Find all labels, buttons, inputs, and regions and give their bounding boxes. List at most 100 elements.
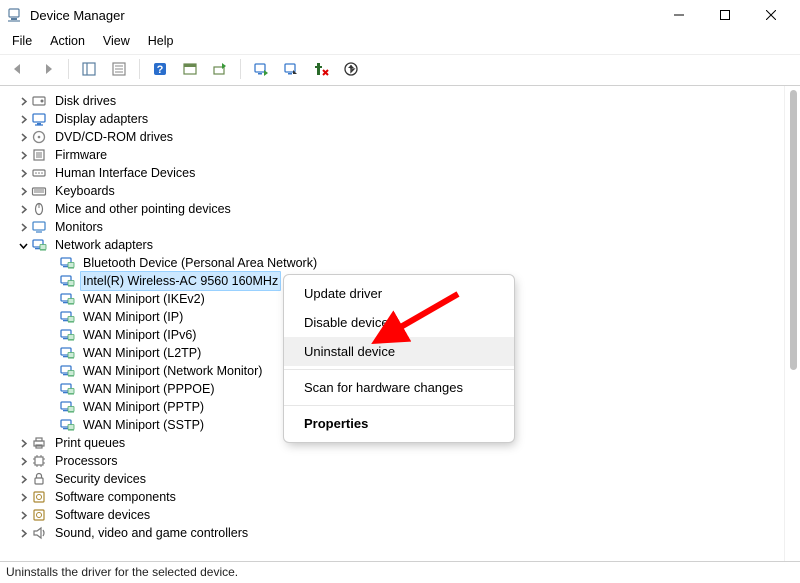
network-icon (58, 327, 76, 343)
uninstall-device-button[interactable] (309, 57, 333, 81)
security-icon (30, 471, 48, 487)
tree-category[interactable]: DVD/CD-ROM drives (16, 128, 784, 146)
chevron-right-icon[interactable] (16, 205, 30, 214)
tree-category[interactable]: Processors (16, 452, 784, 470)
tree-device-label: WAN Miniport (PPTP) (83, 400, 204, 414)
enable-device-button[interactable] (249, 57, 273, 81)
update-driver-button[interactable] (208, 57, 232, 81)
tree-category[interactable]: Software components (16, 488, 784, 506)
menu-help[interactable]: Help (140, 32, 182, 50)
help-button[interactable]: ? (148, 57, 172, 81)
tree-device-label: WAN Miniport (PPPOE) (83, 382, 215, 396)
close-button[interactable] (748, 0, 794, 30)
cpu-icon (30, 453, 48, 469)
tree-category-label: Human Interface Devices (55, 166, 195, 180)
tree-device[interactable]: Bluetooth Device (Personal Area Network) (44, 254, 784, 272)
tree-category[interactable]: Human Interface Devices (16, 164, 784, 182)
minimize-button[interactable] (656, 0, 702, 30)
properties-button[interactable] (107, 57, 131, 81)
context-item-disable-device[interactable]: Disable device (284, 308, 514, 337)
tree-category-label: Firmware (55, 148, 107, 162)
tree-device-label: WAN Miniport (SSTP) (83, 418, 204, 432)
chevron-right-icon[interactable] (16, 151, 30, 160)
chevron-right-icon[interactable] (16, 457, 30, 466)
chevron-right-icon[interactable] (16, 115, 30, 124)
tree-category[interactable]: Security devices (16, 470, 784, 488)
hid-icon (30, 165, 48, 181)
tree-category[interactable]: Software devices (16, 506, 784, 524)
firmware-icon (30, 147, 48, 163)
tree-device-label: WAN Miniport (L2TP) (83, 346, 201, 360)
menu-bar: FileActionViewHelp (0, 30, 800, 54)
chevron-right-icon[interactable] (16, 133, 30, 142)
chevron-down-icon[interactable] (16, 241, 30, 250)
tree-category[interactable]: Sound, video and game controllers (16, 524, 784, 542)
tree-category[interactable]: Keyboards (16, 182, 784, 200)
title-bar: Device Manager (0, 0, 800, 30)
disable-device-button[interactable] (279, 57, 303, 81)
menu-file[interactable]: File (4, 32, 40, 50)
tree-category-label: Keyboards (55, 184, 115, 198)
toolbar-separator (240, 59, 241, 79)
menu-view[interactable]: View (95, 32, 138, 50)
chevron-right-icon[interactable] (16, 223, 30, 232)
scan-hardware-button[interactable] (339, 57, 363, 81)
tree-category[interactable]: Disk drives (16, 92, 784, 110)
context-item-uninstall-device[interactable]: Uninstall device (284, 337, 514, 366)
chevron-right-icon[interactable] (16, 187, 30, 196)
svg-text:?: ? (157, 64, 164, 76)
monitor-icon (30, 219, 48, 235)
toolbar-separator (139, 59, 140, 79)
chevron-right-icon[interactable] (16, 493, 30, 502)
tree-category-label: Software devices (55, 508, 150, 522)
display-icon (30, 111, 48, 127)
chevron-right-icon[interactable] (16, 439, 30, 448)
context-item-scan-for-hardware-changes[interactable]: Scan for hardware changes (284, 373, 514, 402)
window-title: Device Manager (30, 8, 125, 23)
network-icon (58, 363, 76, 379)
network-icon (58, 291, 76, 307)
software-icon (30, 507, 48, 523)
tree-category[interactable]: Monitors (16, 218, 784, 236)
forward-button[interactable] (36, 57, 60, 81)
keyboard-icon (30, 183, 48, 199)
chevron-right-icon[interactable] (16, 169, 30, 178)
chevron-right-icon[interactable] (16, 97, 30, 106)
status-bar: Uninstalls the driver for the selected d… (0, 561, 800, 583)
action-button[interactable] (178, 57, 202, 81)
tree-device-label: WAN Miniport (IKEv2) (83, 292, 205, 306)
tree-category-label: Security devices (55, 472, 146, 486)
show-hide-console-tree-button[interactable] (77, 57, 101, 81)
back-button[interactable] (6, 57, 30, 81)
network-icon (58, 417, 76, 433)
mouse-icon (30, 201, 48, 217)
scrollbar-thumb[interactable] (790, 90, 797, 370)
app-icon (6, 7, 22, 23)
tree-category[interactable]: Display adapters (16, 110, 784, 128)
chevron-right-icon[interactable] (16, 475, 30, 484)
tree-device-label: WAN Miniport (IPv6) (83, 328, 196, 342)
maximize-button[interactable] (702, 0, 748, 30)
tree-category[interactable]: Network adapters (16, 236, 784, 254)
network-icon (58, 309, 76, 325)
tree-category-label: Software components (55, 490, 176, 504)
chevron-right-icon[interactable] (16, 529, 30, 538)
network-icon (30, 237, 48, 253)
printer-icon (30, 435, 48, 451)
context-menu: Update driverDisable deviceUninstall dev… (283, 274, 515, 443)
tree-category[interactable]: Mice and other pointing devices (16, 200, 784, 218)
network-icon (58, 345, 76, 361)
context-item-properties[interactable]: Properties (284, 409, 514, 438)
chevron-right-icon[interactable] (16, 511, 30, 520)
context-item-update-driver[interactable]: Update driver (284, 279, 514, 308)
cd-icon (30, 129, 48, 145)
toolbar-separator (68, 59, 69, 79)
menu-action[interactable]: Action (42, 32, 93, 50)
tree-category-label: Disk drives (55, 94, 116, 108)
tree-category-label: Processors (55, 454, 118, 468)
vertical-scrollbar[interactable] (784, 86, 800, 561)
tree-category-label: Network adapters (55, 238, 153, 252)
tree-category[interactable]: Firmware (16, 146, 784, 164)
network-icon (58, 273, 76, 289)
toolbar: ? (0, 54, 800, 86)
